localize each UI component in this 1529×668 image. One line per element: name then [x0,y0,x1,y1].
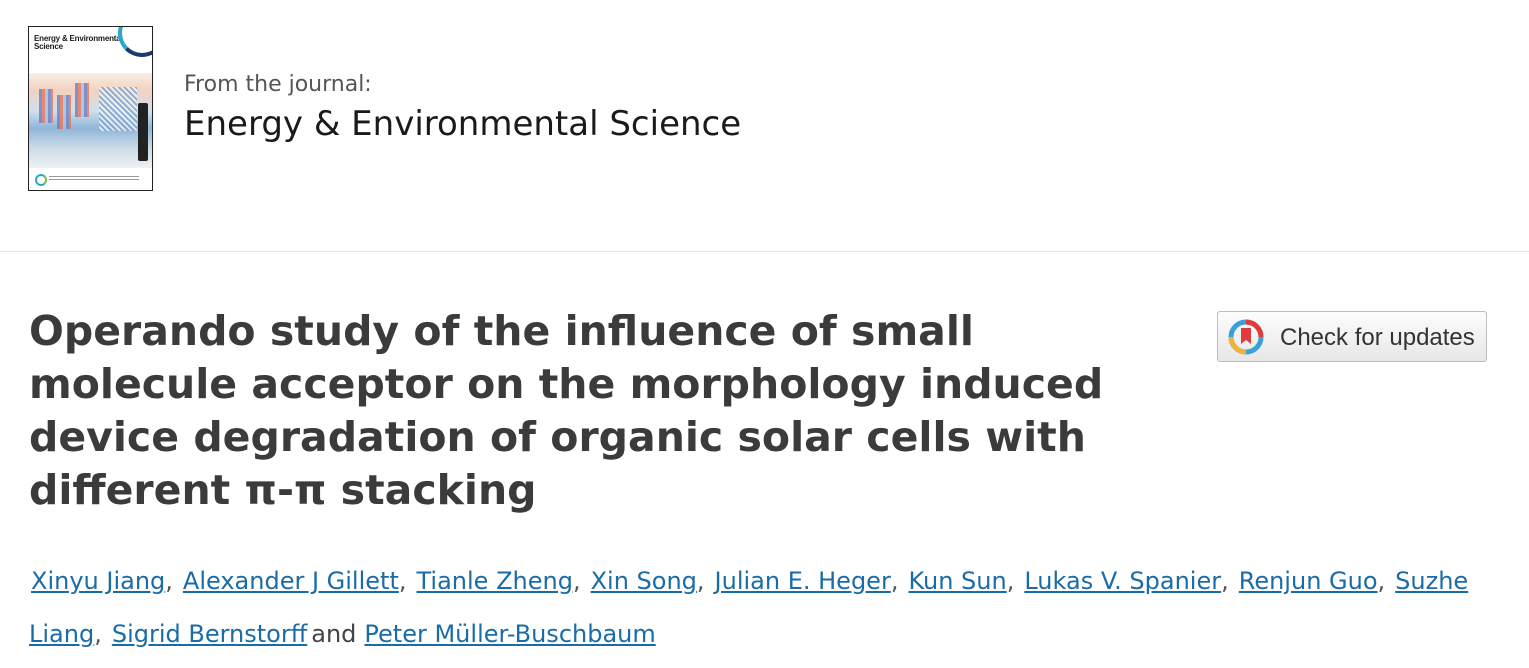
author-link[interactable]: Sigrid Bernstorff [112,620,307,648]
author-link[interactable]: Tianle Zheng [417,567,573,595]
author-link[interactable]: Julian E. Heger [715,567,891,595]
author-separator: , [94,620,102,648]
author-link[interactable]: Lukas V. Spanier [1024,567,1221,595]
crossmark-icon [1228,319,1264,355]
article-title: Operando study of the influence of small… [29,307,1104,514]
author-link[interactable]: Peter Müller-Buschbaum [364,620,655,648]
cover-art-panel [75,83,89,117]
cover-art-panel [39,89,53,123]
journal-name-link[interactable]: Energy & Environmental Science [184,104,741,144]
cover-arc-decoration [118,27,152,57]
author-separator: , [1221,567,1229,595]
author-separator: , [165,567,173,595]
journal-cover-image[interactable]: Energy & Environmental Science [28,26,153,191]
check-for-updates-label: Check for updates [1280,324,1475,351]
author-separator: , [696,567,705,595]
cover-art-pattern [99,87,137,131]
cover-title: Energy & Environmental Science [34,34,123,51]
cover-artwork [29,73,152,168]
author-conjunction: and [311,620,357,648]
cover-footer-text [49,176,139,182]
cover-art-figure [138,103,148,161]
author-link[interactable]: Kun Sun [908,567,1006,595]
author-separator: , [1377,567,1386,595]
author-separator: , [890,567,899,595]
from-journal-label: From the journal: [184,72,372,97]
author-link[interactable]: Renjun Guo [1239,567,1378,595]
rsc-logo-icon [35,174,47,186]
cover-art-panel [57,95,71,129]
author-link[interactable]: Xinyu Jiang [31,567,165,595]
check-for-updates-button[interactable]: Check for updates [1217,311,1487,362]
journal-header: Energy & Environmental Science From the … [0,0,1529,252]
cover-footer [35,174,145,186]
author-link[interactable]: Xin Song [591,567,697,595]
author-list: Xinyu Jiang, Alexander J Gillett, Tianle Z… [29,555,1499,661]
author-link[interactable]: Alexander J Gillett [183,567,399,595]
author-separator: , [398,567,407,595]
author-separator: , [572,567,581,595]
author-separator: , [1006,567,1015,595]
